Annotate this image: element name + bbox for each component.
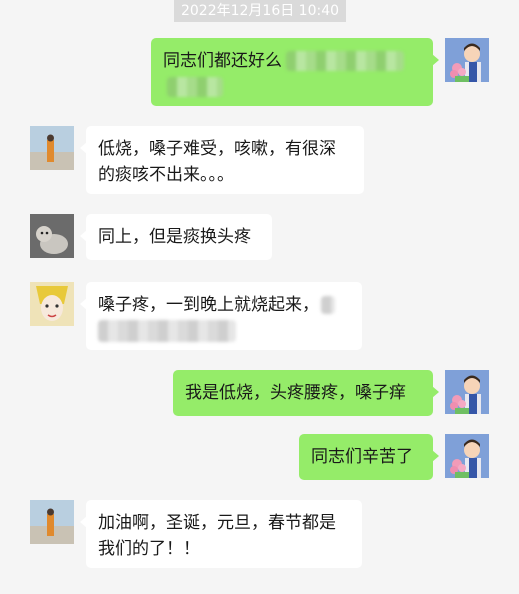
message-timestamp: 2022年12月16日 10:40 [174,0,346,22]
message-bubble[interactable]: 我是低烧，头疼腰疼，嗓子痒 [173,370,439,416]
message-text: 我是低烧，头疼腰疼，嗓子痒 [185,383,406,403]
message-bubble[interactable]: 同志们都还好么 [151,38,439,106]
redacted-text [98,320,236,342]
message-text: 低烧，嗓子难受，咳嗽，有很深的痰咳不出来。。。 [98,139,336,185]
message-row: 我是低烧，头疼腰疼，嗓子痒 [0,370,519,420]
redacted-text [167,77,223,97]
cartoon-person-with-flowers-avatar[interactable] [445,38,489,82]
message-bubble[interactable]: 加油啊，圣诞，元旦，春节都是我们的了！！ [80,500,362,568]
message-bubble[interactable]: 低烧，嗓子难受，咳嗽，有很深的痰咳不出来。。。 [80,126,364,194]
message-text: 嗓子疼，一到晚上就烧起来， [98,295,319,315]
cartoon-person-with-flowers-avatar[interactable] [445,370,489,414]
beach-photo-avatar[interactable] [30,500,74,544]
message-row: 同志们辛苦了 [0,434,519,484]
message-row: 加油啊，圣诞，元旦，春节都是我们的了！！ [0,500,519,570]
message-row: 嗓子疼，一到晚上就烧起来， [0,282,519,352]
cat-photo-avatar[interactable] [30,214,74,258]
message-text: 同志们辛苦了 [311,447,413,467]
redacted-text [286,51,404,71]
message-row: 同上，但是痰换头疼 [0,214,519,264]
message-text: 加油啊，圣诞，元旦，春节都是我们的了！！ [98,513,336,559]
message-row: 低烧，嗓子难受，咳嗽，有很深的痰咳不出来。。。 [0,126,519,196]
message-text: 同上，但是痰换头疼 [98,227,251,247]
message-bubble[interactable]: 同志们辛苦了 [299,434,439,480]
message-bubble[interactable]: 嗓子疼，一到晚上就烧起来， [80,282,362,350]
anime-character-avatar[interactable] [30,282,74,326]
cartoon-person-with-flowers-avatar[interactable] [445,434,489,478]
message-row: 同志们都还好么 [0,38,519,108]
beach-photo-avatar[interactable] [30,126,74,170]
message-bubble[interactable]: 同上，但是痰换头疼 [80,214,272,260]
message-text: 同志们都还好么 [163,51,282,71]
redacted-text [321,296,335,314]
